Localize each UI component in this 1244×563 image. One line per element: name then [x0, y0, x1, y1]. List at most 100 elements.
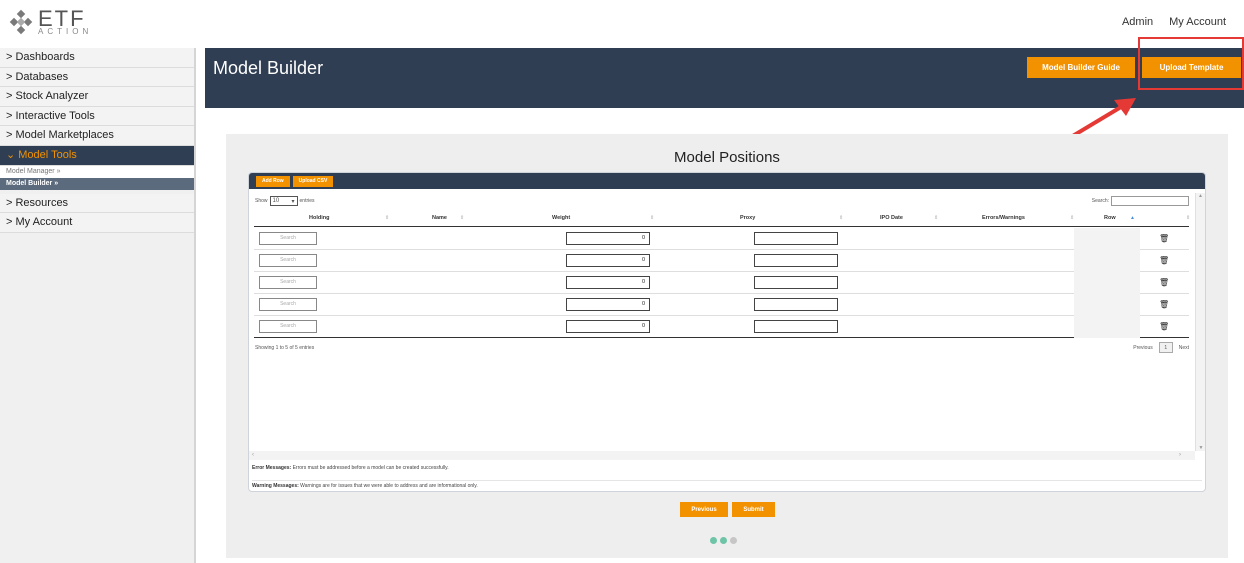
highlight-box: [1138, 37, 1244, 90]
sidebar-item-databases[interactable]: > Databases: [0, 67, 194, 88]
sidebar-item-stock-analyzer[interactable]: > Stock Analyzer: [0, 87, 194, 107]
card-title: Model Positions: [674, 149, 780, 166]
table-search: Search:: [1092, 196, 1189, 206]
proxy-input[interactable]: [754, 276, 838, 289]
sidebar-subitem-model-manager[interactable]: Model Manager »: [0, 165, 194, 178]
sidebar-item-model-marketplaces[interactable]: > Model Marketplaces: [0, 126, 194, 146]
scroll-left-icon[interactable]: ‹: [252, 452, 254, 458]
submit-button[interactable]: Submit: [732, 502, 775, 517]
previous-button[interactable]: Previous: [680, 502, 728, 517]
sort-icon: ⇕: [385, 215, 390, 221]
scroll-down-icon[interactable]: ▼: [1196, 445, 1205, 451]
scroll-right-icon[interactable]: ›: [1179, 451, 1181, 460]
logo-sub-text: ACTION: [38, 27, 93, 36]
weight-input[interactable]: 0: [566, 276, 650, 289]
sidebar-item-dashboards[interactable]: > Dashboards: [0, 48, 194, 68]
sort-icon: ⇕: [839, 215, 844, 221]
holding-search-input[interactable]: Search: [259, 232, 317, 245]
my-account-link[interactable]: My Account: [1169, 16, 1226, 28]
search-input[interactable]: [1111, 196, 1189, 206]
positions-table-card: Add Row Upload CSV Show 10 ▾ entries Sea…: [248, 172, 1206, 492]
table-header: Holding ⇕ Name ⇕ Weight ⇕ Proxy ⇕ IPO Da…: [254, 210, 1191, 227]
sidebar: > Dashboards > Databases > Stock Analyze…: [0, 48, 196, 563]
chevron-down-icon: ▾: [291, 198, 295, 205]
weight-input[interactable]: 0: [566, 232, 650, 245]
step-dot-1: [710, 537, 717, 544]
row-number-cell: [1074, 272, 1140, 294]
vertical-scrollbar[interactable]: ▲ ▼: [1195, 193, 1205, 451]
scroll-up-icon[interactable]: ▲: [1196, 193, 1205, 199]
proxy-input[interactable]: [754, 254, 838, 267]
page-title: Model Builder: [213, 58, 324, 78]
search-label: Search:: [1091, 198, 1109, 204]
add-row-button[interactable]: Add Row: [256, 175, 290, 187]
model-builder-guide-button[interactable]: Model Builder Guide: [1027, 57, 1135, 78]
etf-action-logo[interactable]: ETF ACTION: [8, 8, 92, 36]
upload-csv-button[interactable]: Upload CSV: [292, 175, 334, 187]
admin-link[interactable]: Admin: [1122, 16, 1153, 28]
sidebar-item-model-tools[interactable]: ⌄ Model Tools: [0, 145, 194, 166]
proxy-input[interactable]: [754, 320, 838, 333]
error-messages-title: Error Messages:: [252, 465, 292, 471]
top-bar: ETF ACTION Admin My Account: [0, 0, 1244, 46]
column-header-errors-warnings[interactable]: Errors/Warnings: [982, 215, 1025, 221]
page-size-control: Show 10 ▾ entries: [255, 196, 315, 206]
column-header-row[interactable]: Row: [1104, 215, 1116, 221]
proxy-input[interactable]: [754, 232, 838, 245]
proxy-input[interactable]: [754, 298, 838, 311]
table-row: Search 0 🗑: [254, 272, 1189, 294]
table-row: Search 0 🗑: [254, 250, 1189, 272]
sidebar-item-interactive-tools[interactable]: > Interactive Tools: [0, 106, 194, 127]
pagination-page-1[interactable]: 1: [1158, 342, 1173, 353]
table-toolbar: Add Row Upload CSV: [249, 173, 1205, 189]
weight-input[interactable]: 0: [566, 298, 650, 311]
page-size-value: 10: [272, 198, 280, 204]
warning-messages: Warning Messages: Warnings are for issue…: [252, 480, 1202, 489]
trash-icon[interactable]: 🗑: [1159, 322, 1169, 331]
holding-search-input[interactable]: Search: [259, 276, 317, 289]
holding-search-input[interactable]: Search: [259, 254, 317, 267]
horizontal-scrollbar[interactable]: ‹ ›: [249, 451, 1195, 460]
entries-label: entries: [299, 198, 315, 204]
warning-messages-text: Warnings are for issues that we were abl…: [300, 483, 478, 489]
column-header-name[interactable]: Name: [432, 215, 447, 221]
trash-icon[interactable]: 🗑: [1159, 234, 1169, 243]
row-number-cell: [1074, 250, 1140, 272]
holding-search-input[interactable]: Search: [259, 320, 317, 333]
sidebar-item-my-account[interactable]: > My Account: [0, 213, 194, 233]
sidebar-item-resources[interactable]: > Resources: [0, 193, 194, 214]
row-number-cell: [1074, 316, 1140, 338]
table-row: Search 0 🗑: [254, 316, 1189, 338]
column-header-weight[interactable]: Weight: [552, 215, 570, 221]
weight-input[interactable]: 0: [566, 254, 650, 267]
pagination-previous[interactable]: Previous: [1133, 345, 1152, 351]
sort-icon: ⇕: [1186, 215, 1191, 221]
sort-icon: ⇕: [460, 215, 465, 221]
pagination: Previous 1 Next: [1133, 342, 1189, 353]
row-number-cell: [1074, 294, 1140, 316]
error-messages-text: Errors must be addressed before a model …: [292, 465, 449, 471]
pagination-next[interactable]: Next: [1179, 345, 1189, 351]
column-header-proxy[interactable]: Proxy: [740, 215, 755, 221]
trash-icon[interactable]: 🗑: [1159, 300, 1169, 309]
column-header-ipo-date[interactable]: IPO Date: [880, 215, 903, 221]
table-row: Search 0 🗑: [254, 294, 1189, 316]
warning-messages-title: Warning Messages:: [252, 483, 299, 489]
column-header-holding[interactable]: Holding: [309, 215, 329, 221]
show-label: Show: [255, 198, 268, 204]
step-indicator: [710, 537, 737, 544]
sort-icon: ⇕: [1070, 215, 1075, 221]
trash-icon[interactable]: 🗑: [1159, 256, 1169, 265]
table-row: Search 0 🗑: [254, 228, 1189, 250]
trash-icon[interactable]: 🗑: [1159, 278, 1169, 287]
sort-asc-icon: ▲: [1130, 215, 1135, 221]
error-messages: Error Messages: Errors must be addressed…: [252, 465, 449, 471]
holding-search-input[interactable]: Search: [259, 298, 317, 311]
step-dot-2: [720, 537, 727, 544]
row-number-cell: [1074, 228, 1140, 250]
page-size-select[interactable]: 10 ▾: [269, 196, 298, 206]
table-info: Showing 1 to 5 of 5 entries: [255, 345, 315, 351]
sidebar-subitem-model-builder[interactable]: Model Builder »: [0, 177, 194, 190]
sort-icon: ⇕: [650, 215, 655, 221]
weight-input[interactable]: 0: [566, 320, 650, 333]
